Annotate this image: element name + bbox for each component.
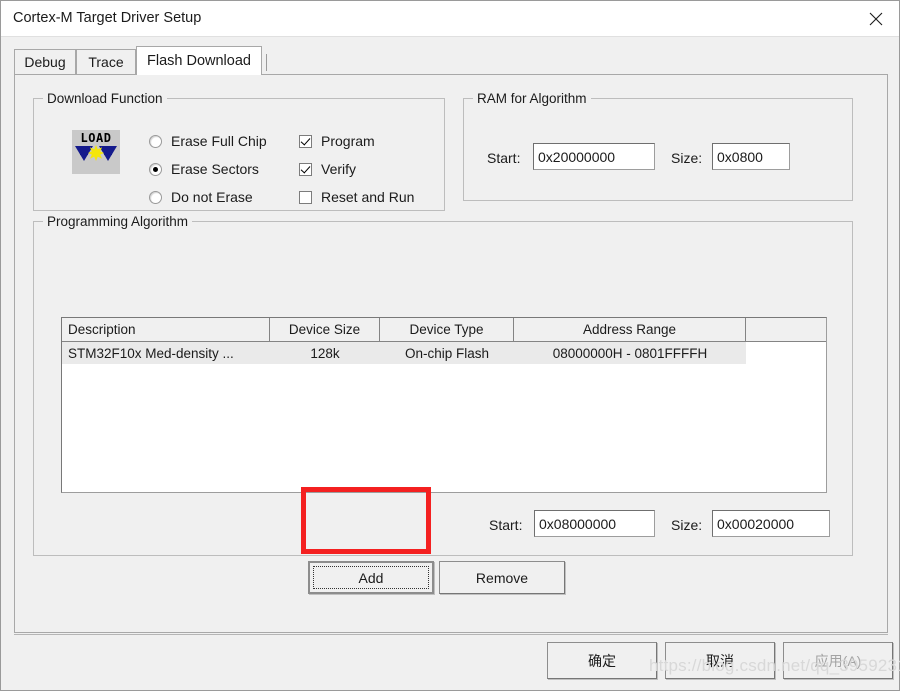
ok-button-label: 确定: [588, 652, 616, 669]
algorithm-start-input[interactable]: 0x08000000: [534, 510, 655, 537]
tab-debug-label: Debug: [24, 54, 66, 70]
column-header-extra[interactable]: [746, 318, 826, 342]
checkbox-program[interactable]: Program: [299, 133, 375, 149]
remove-button-label: Remove: [475, 569, 529, 586]
add-button-label: Add: [358, 569, 384, 586]
checkbox-verify[interactable]: Verify: [299, 161, 356, 177]
tab-flash-download-label: Flash Download: [147, 53, 251, 69]
column-header-address-range[interactable]: Address Range: [514, 318, 746, 342]
table-header-row: Description Device Size Device Type Addr…: [62, 318, 826, 342]
load-arrow-stem-left: [80, 146, 88, 155]
programming-algorithm-title: Programming Algorithm: [43, 214, 193, 229]
close-button[interactable]: [853, 1, 899, 36]
ram-size-input[interactable]: 0x0800: [712, 143, 790, 170]
cell-device-size: 128k: [270, 342, 380, 364]
table-row[interactable]: STM32F10x Med-density ... 128k On-chip F…: [62, 342, 826, 364]
cell-extra: [746, 342, 826, 364]
checkbox-reset-and-run-indicator: [299, 190, 312, 204]
cancel-button-label: 取消: [706, 652, 734, 669]
algorithm-start-label: Start:: [489, 517, 523, 533]
title-bar: Cortex-M Target Driver Setup: [1, 1, 899, 37]
cell-description: STM32F10x Med-density ...: [62, 342, 270, 364]
checkbox-reset-and-run-label: Reset and Run: [321, 189, 415, 205]
load-icon: LOAD: [72, 130, 120, 174]
checkbox-reset-and-run[interactable]: Reset and Run: [299, 189, 414, 205]
cell-device-type: On-chip Flash: [380, 342, 514, 364]
tab-strip: Debug Trace Flash Download: [14, 46, 888, 75]
load-icon-word: LOAD: [80, 131, 112, 145]
ram-start-input[interactable]: 0x20000000: [533, 143, 655, 170]
apply-button: 应用(A): [783, 642, 893, 679]
ram-size-label: Size:: [671, 150, 703, 166]
add-button[interactable]: Add: [308, 561, 434, 594]
checkbox-verify-label: Verify: [321, 161, 357, 177]
radio-erase-sectors[interactable]: Erase Sectors: [149, 161, 259, 177]
radio-do-not-erase[interactable]: Do not Erase: [149, 189, 253, 205]
tab-debug[interactable]: Debug: [14, 49, 76, 74]
load-arrow-stem-right: [104, 146, 112, 155]
radio-erase-full-chip[interactable]: Erase Full Chip: [149, 133, 267, 149]
ram-start-label: Start:: [487, 150, 521, 166]
column-header-description[interactable]: Description: [62, 318, 270, 342]
checkbox-program-indicator: [299, 134, 312, 148]
download-function-group: Download Function LOAD Erase Full Chip E…: [33, 91, 445, 211]
download-function-title: Download Function: [43, 91, 167, 106]
column-header-device-type[interactable]: Device Type: [380, 318, 514, 342]
apply-button-label: 应用(A): [814, 652, 862, 669]
tab-divider-2: [266, 54, 267, 71]
ram-for-algorithm-title: RAM for Algorithm: [473, 91, 591, 106]
tab-trace[interactable]: Trace: [76, 49, 136, 74]
checkbox-program-label: Program: [321, 133, 375, 149]
flash-download-panel: Download Function LOAD Erase Full Chip E…: [14, 74, 888, 633]
checkbox-verify-indicator: [299, 162, 312, 176]
tab-flash-download[interactable]: Flash Download: [136, 46, 262, 75]
remove-button[interactable]: Remove: [439, 561, 565, 594]
cancel-button[interactable]: 取消: [665, 642, 775, 679]
ram-for-algorithm-group: RAM for Algorithm Start: 0x20000000 Size…: [463, 91, 853, 201]
close-icon: [869, 12, 883, 26]
algorithm-size-input[interactable]: 0x00020000: [712, 510, 830, 537]
cell-address-range: 08000000H - 0801FFFFH: [514, 342, 746, 364]
radio-erase-sectors-label: Erase Sectors: [171, 161, 259, 177]
tab-trace-label: Trace: [88, 54, 124, 70]
radio-do-not-erase-label: Do not Erase: [171, 189, 253, 205]
footer-separator: [14, 634, 888, 635]
algorithm-table[interactable]: Description Device Size Device Type Addr…: [61, 317, 827, 493]
dialog-window: Cortex-M Target Driver Setup Debug Trace…: [0, 0, 900, 691]
window-title: Cortex-M Target Driver Setup: [13, 10, 202, 26]
algorithm-size-label: Size:: [671, 517, 703, 533]
radio-erase-full-chip-indicator: [149, 134, 162, 148]
radio-erase-sectors-indicator: [149, 162, 162, 176]
column-header-device-size[interactable]: Device Size: [270, 318, 380, 342]
programming-algorithm-group: Programming Algorithm Description Device…: [33, 214, 853, 556]
radio-erase-full-chip-label: Erase Full Chip: [171, 133, 267, 149]
ok-button[interactable]: 确定: [547, 642, 657, 679]
radio-do-not-erase-indicator: [149, 190, 162, 204]
